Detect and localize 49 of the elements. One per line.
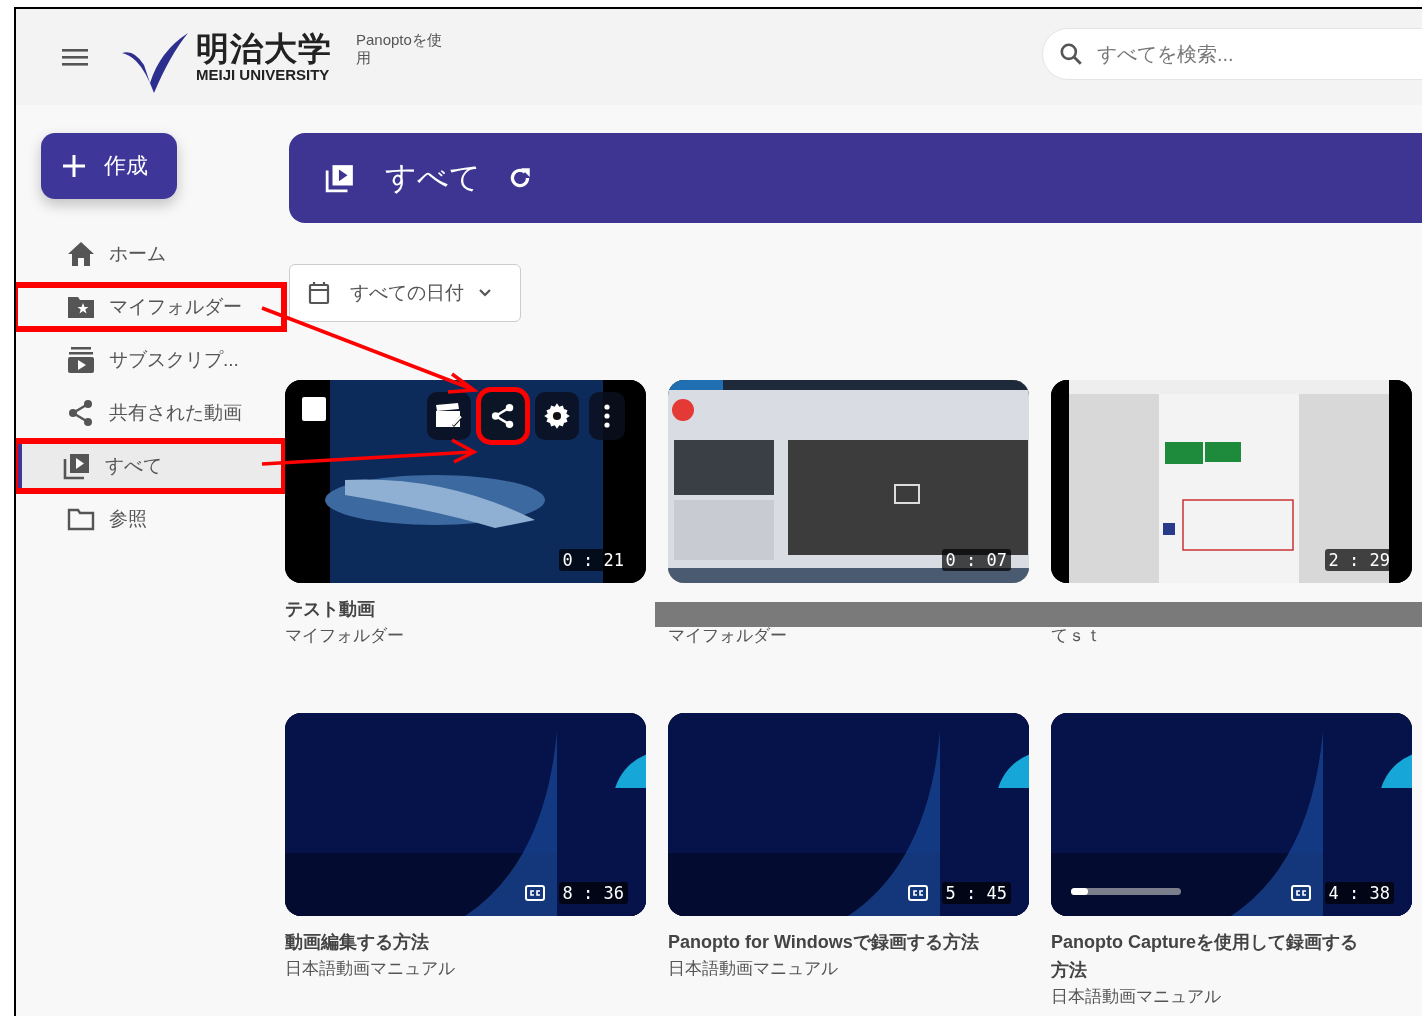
folder-name[interactable]: 日本語動画マニュアル [285,957,646,980]
captions-icon [524,885,545,901]
home-icon [67,241,95,267]
select-checkbox[interactable] [302,397,326,421]
nav-item[interactable]: 参照 [22,500,261,538]
video-title[interactable]: テスト動画 [285,595,603,623]
video-duration: 8 : 36 [558,882,628,904]
more-icon [604,404,610,428]
captions-icon [1290,885,1311,901]
share-icon [490,402,516,430]
nav-item[interactable]: ホーム [22,235,261,273]
date-filter-dropdown[interactable]: すべての日付 [289,264,521,322]
more-button[interactable] [589,392,625,440]
chevron-down-icon [478,288,492,298]
folder-name[interactable]: 日本語動画マニュアル [1051,985,1412,1008]
app-label: Panoptoを使用 [356,31,443,67]
share-icon [67,399,95,427]
video-title[interactable]: Panopto for Windowsで録画する方法 [668,928,986,956]
clapperboard-icon [434,403,464,429]
folder-name[interactable]: マイフォルダー [285,624,646,647]
video-library-icon [325,163,355,193]
video-title[interactable]: 動画編集する方法 [285,928,603,956]
folder-icon [67,507,95,531]
video-duration: 5 : 45 [941,882,1011,904]
calendar-icon [308,281,330,305]
video-duration: 4 : 38 [1324,882,1394,904]
settings-icon [543,402,571,430]
settings-button[interactable] [535,392,579,440]
star-folder-icon [67,295,95,319]
logo-english-name: MEIJI UNIVERSITY [196,67,331,83]
video-title[interactable]: Panopto Captureを使用して録画する方法 [1051,928,1369,984]
video-library-icon [63,452,91,480]
folder-name[interactable]: 日本語動画マニュアル [668,957,1029,980]
subscriptions-icon [67,346,95,374]
logo-name: 明治大学 [196,31,332,67]
search-icon [1058,41,1084,67]
video-duration: 0 : 07 [941,549,1011,571]
edit-button[interactable] [427,392,471,440]
folder-name[interactable]: てｓｔ [1051,624,1412,647]
nav-item[interactable]: 共有された動画 [22,394,261,432]
search-field[interactable]: すべてを検索... [1042,28,1422,80]
captions-icon [907,885,928,901]
page-title: すべて [385,159,481,197]
folder-name[interactable]: マイフォルダー [668,624,1029,647]
nav-item[interactable]: マイフォルダー [18,288,281,326]
create-button[interactable]: 作成 [41,133,177,199]
plus-icon [62,154,86,178]
nav-item[interactable]: サブスクリプ... [22,341,261,379]
menu-icon[interactable] [62,47,88,67]
